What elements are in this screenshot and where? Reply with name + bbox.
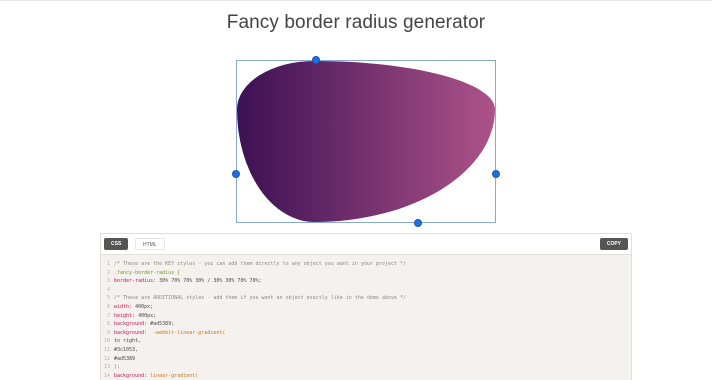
- code-text: #ad5389: [114, 355, 135, 364]
- code-text: /* These are the KEY styles - you can ad…: [114, 260, 406, 269]
- code-token: .fancy-border-radius {: [114, 269, 181, 276]
- code-line: 3 border-radius: 30% 70% 70% 30% / 30% 30…: [101, 277, 631, 286]
- code-text: to right,: [114, 337, 141, 346]
- code-text: border-radius: 30% 70% 70% 30% / 30% 30%…: [114, 277, 262, 286]
- code-token: 400px;: [135, 312, 157, 319]
- line-number: 7: [106, 312, 110, 319]
- code-text: .fancy-border-radius {: [114, 269, 180, 278]
- line-number: 10: [103, 338, 110, 345]
- copy-button[interactable]: COPY: [599, 238, 628, 250]
- code-line: 11 #3c1053,: [101, 346, 631, 355]
- code-token: height:: [114, 312, 136, 319]
- code-text: );: [114, 363, 120, 372]
- code-token: #ad5389;: [147, 321, 175, 328]
- code-token: linear-gradient(: [147, 372, 199, 379]
- code-token: #3c1053,: [114, 346, 139, 353]
- code-line: 13);: [101, 363, 631, 372]
- code-line: 9 background: -webkit-linear-gradient(: [101, 329, 631, 338]
- line-number: 1: [106, 261, 110, 267]
- line-number: 9: [106, 329, 110, 336]
- code-text: background: -webkit-linear-gradient(: [114, 329, 225, 338]
- code-text: background: linear-gradient(: [114, 372, 198, 380]
- tab-css[interactable]: CSS: [104, 238, 129, 250]
- code-token: /* These are ADDITIONAL styles - add the…: [114, 295, 406, 302]
- line-number: 12: [103, 355, 110, 362]
- code-editor: CSS HTML COPY 1 /* These are the KEY styl…: [100, 233, 632, 380]
- code-text: height: 400px;: [114, 312, 156, 321]
- code-token: 30% 70% 70% 30% / 30% 30% 70% 70%;: [156, 278, 262, 285]
- bottom-drag-handle[interactable]: [414, 219, 422, 227]
- code-token: 400px;: [132, 303, 154, 310]
- code-token: #ad5389: [114, 355, 136, 362]
- tab-html[interactable]: HTML: [135, 238, 165, 250]
- code-text: width: 400px;: [114, 303, 153, 312]
- code-token: border-radius:: [114, 278, 157, 285]
- line-number: 5: [106, 295, 110, 302]
- code-token: background:: [114, 321, 148, 328]
- code-text: #3c1053,: [114, 346, 138, 355]
- shape-preview-frame: [232, 56, 500, 227]
- code-line: 1 /* These are the KEY styles - you can a…: [101, 260, 631, 269]
- shape-preview: [237, 61, 495, 222]
- code-token: /* These are the KEY styles - you can ad…: [114, 261, 406, 267]
- code-token: width:: [114, 303, 133, 310]
- code-line: 5 /* These are ADDITIONAL styles - add th…: [101, 294, 631, 303]
- code-token: background:: [114, 329, 148, 336]
- code-token: );: [114, 364, 121, 371]
- code-token: -webkit-linear-gradient(: [147, 329, 226, 336]
- code-line: 2 .fancy-border-radius {: [101, 269, 631, 278]
- line-number: 2: [106, 269, 110, 276]
- code-line: 4: [101, 286, 631, 295]
- code-line: 12 #ad5389: [101, 355, 631, 364]
- line-number: 6: [106, 303, 110, 310]
- left-drag-handle[interactable]: [232, 170, 240, 178]
- code-line: 7 height: 400px;: [101, 312, 631, 321]
- code-line: 14 background: linear-gradient(: [101, 372, 631, 380]
- line-number: 11: [103, 346, 110, 353]
- code-area[interactable]: 1 /* These are the KEY styles - you can a…: [101, 255, 631, 380]
- editor-toolbar: CSS HTML COPY: [101, 234, 631, 255]
- code-text: background: #ad5389;: [114, 320, 174, 329]
- code-line: 6 width: 400px;: [101, 303, 631, 312]
- page-title: Fancy border radius generator: [226, 12, 486, 33]
- code-token: to right,: [114, 338, 142, 345]
- code-line: 8 background: #ad5389;: [101, 320, 631, 329]
- top-drag-handle[interactable]: [312, 56, 320, 64]
- line-number: 3: [106, 278, 110, 285]
- code-line: 10 to right,: [101, 337, 631, 346]
- line-number: 13: [103, 364, 110, 371]
- line-number: 4: [106, 286, 110, 293]
- code-token: background:: [114, 372, 148, 379]
- right-drag-handle[interactable]: [492, 170, 500, 178]
- line-number: 8: [106, 321, 110, 328]
- code-text: /* These are ADDITIONAL styles - add the…: [114, 294, 406, 303]
- line-number: 14: [103, 372, 110, 379]
